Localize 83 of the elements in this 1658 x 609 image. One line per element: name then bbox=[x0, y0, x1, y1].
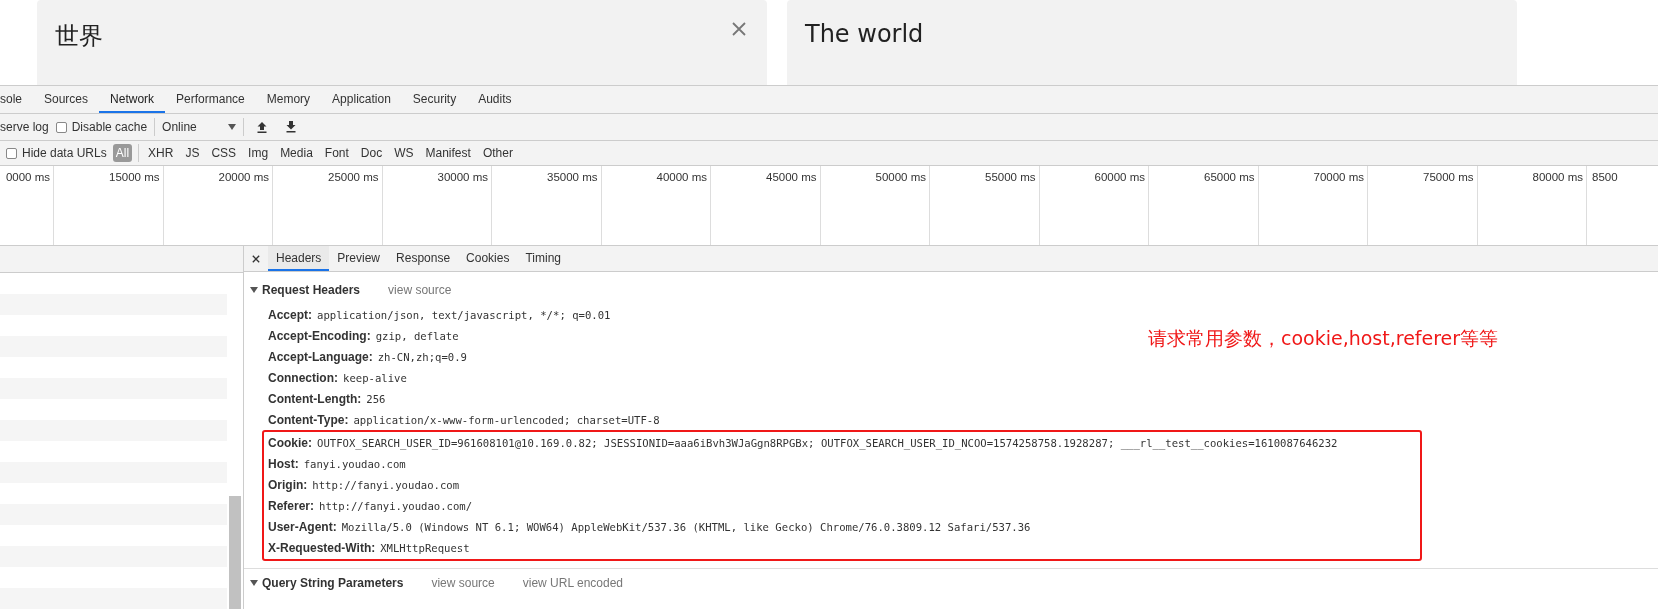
header-name: User-Agent: bbox=[268, 519, 337, 534]
time-tick-label: 40000 ms bbox=[656, 171, 707, 183]
time-tick-label: 65000 ms bbox=[1204, 171, 1255, 183]
filter-type-button[interactable]: CSS bbox=[208, 144, 240, 162]
header-value: application/json, text/javascript, */*; q=0.01 bbox=[317, 308, 611, 321]
header-value: Mozilla/5.0 (Windows NT 6.1; WOW64) AppleWebKit/537.36 (KHTML, like Gecko) Chrome/76.0.3809.12 Safari/537.36 bbox=[341, 520, 1031, 533]
filter-type-button[interactable]: Img bbox=[245, 144, 272, 162]
detail-tab[interactable]: Response bbox=[388, 246, 459, 271]
header-value: keep-alive bbox=[343, 371, 407, 384]
header-name: Accept-Language: bbox=[268, 349, 373, 364]
section-title[interactable]: Query String Parameters bbox=[262, 576, 404, 590]
panel-tab[interactable]: Audits bbox=[467, 86, 523, 113]
header-value: application/x-www-form-urlencoded; charset=UTF-8 bbox=[353, 413, 660, 426]
header-value: 256 bbox=[366, 392, 386, 405]
header-name: Host: bbox=[268, 456, 299, 471]
time-tick-label: 55000 ms bbox=[985, 171, 1036, 183]
time-tick-label: 70000 ms bbox=[1313, 171, 1364, 183]
close-icon[interactable] bbox=[252, 254, 260, 263]
disclosure-triangle-icon[interactable] bbox=[250, 287, 258, 293]
scrollbar-thumb[interactable] bbox=[229, 496, 241, 609]
time-tick-label: 50000 ms bbox=[875, 171, 926, 183]
header-value: OUTFOX_SEARCH_USER_ID=961608101@10.169.0.82; JSESSIONID=aaa6iBvh3WJaGgn8RPGBx; OUTFOX_SEARCH_USER_ID_NCOO=1574258758.1928287; ___rl__test__cookies=1610087646232 bbox=[317, 436, 1338, 449]
detail-tab[interactable]: Timing bbox=[517, 246, 569, 271]
filter-type-button[interactable]: Media bbox=[277, 144, 316, 162]
download-icon[interactable] bbox=[285, 121, 298, 133]
header-name: Accept: bbox=[268, 307, 312, 322]
header-value: http://fanyi.youdao.com/ bbox=[319, 499, 473, 512]
panel-tab[interactable]: Performance bbox=[165, 86, 256, 113]
panel-tab[interactable]: Security bbox=[401, 86, 468, 113]
time-tick-label: 35000 ms bbox=[547, 171, 598, 183]
filter-type-button[interactable]: XHR bbox=[145, 144, 177, 162]
time-tick-label: 80000 ms bbox=[1532, 171, 1583, 183]
view-link[interactable]: view source bbox=[388, 283, 452, 297]
time-tick-label: 8500 bbox=[1592, 171, 1618, 183]
header-value: fanyi.youdao.com bbox=[303, 457, 406, 470]
time-tick-label: 30000 ms bbox=[437, 171, 488, 183]
panel-tab[interactable]: Memory bbox=[255, 86, 322, 113]
header-name: Origin: bbox=[268, 477, 308, 492]
detail-tab[interactable]: Cookies bbox=[458, 246, 518, 271]
checkbox-label[interactable]: Disable cache bbox=[71, 120, 148, 134]
checkbox-label[interactable]: Hide data URLs bbox=[22, 146, 107, 160]
time-tick-label: 0000 ms bbox=[5, 171, 50, 183]
filter-type-button[interactable]: Other bbox=[479, 144, 516, 162]
header-value: gzip, deflate bbox=[375, 329, 459, 342]
header-value: XMLHttpRequest bbox=[380, 541, 470, 554]
source-text[interactable]: 世界 bbox=[55, 22, 103, 50]
header-name: Connection: bbox=[268, 370, 338, 385]
filter-type-button[interactable]: JS bbox=[182, 144, 203, 162]
preserve-log-label[interactable]: serve log bbox=[0, 120, 49, 134]
detail-tab[interactable]: Headers bbox=[268, 246, 330, 271]
section-title[interactable]: Request Headers bbox=[262, 283, 361, 297]
translation-text: The world bbox=[805, 20, 924, 48]
time-tick-label: 15000 ms bbox=[109, 171, 160, 183]
header-value: zh-CN,zh;q=0.9 bbox=[377, 350, 467, 363]
panel-tab[interactable]: Sources bbox=[33, 86, 100, 113]
header-name: Referer: bbox=[268, 498, 315, 513]
header-name: Accept-Encoding: bbox=[268, 328, 371, 343]
header-value: http://fanyi.youdao.com bbox=[312, 478, 460, 491]
upload-icon[interactable] bbox=[256, 121, 269, 133]
header-name: Content-Type: bbox=[268, 412, 349, 427]
header-name: Cookie: bbox=[268, 435, 312, 450]
header-name: X-Requested-With: bbox=[268, 540, 376, 555]
header-name: Content-Length: bbox=[268, 391, 362, 406]
filter-type-button[interactable]: Font bbox=[321, 144, 352, 162]
time-tick-label: 20000 ms bbox=[218, 171, 269, 183]
time-tick-label: 25000 ms bbox=[328, 171, 379, 183]
panel-tab[interactable]: sole bbox=[0, 86, 33, 113]
caret-icon bbox=[228, 124, 237, 130]
view-link[interactable]: view URL encoded bbox=[522, 576, 624, 590]
time-tick-label: 75000 ms bbox=[1423, 171, 1474, 183]
disclosure-triangle-icon[interactable] bbox=[250, 580, 258, 586]
annotation-text: 请求常用参数，cookie,host,referer等等 bbox=[1148, 326, 1499, 351]
view-link[interactable]: view source bbox=[431, 576, 495, 590]
filter-type-button[interactable]: WS bbox=[391, 144, 417, 162]
disable-cache-checkbox[interactable] bbox=[55, 121, 67, 133]
time-tick-label: 45000 ms bbox=[766, 171, 817, 183]
filter-type-button[interactable]: Doc bbox=[357, 144, 386, 162]
throttling-dropdown[interactable]: Online bbox=[162, 120, 237, 134]
time-tick-label: 60000 ms bbox=[1094, 171, 1145, 183]
detail-tab[interactable]: Preview bbox=[329, 246, 389, 271]
filter-type-button[interactable]: Manifest bbox=[422, 144, 474, 162]
panel-tab[interactable]: Application bbox=[321, 86, 402, 113]
hide-data-urls-checkbox[interactable] bbox=[6, 147, 17, 159]
